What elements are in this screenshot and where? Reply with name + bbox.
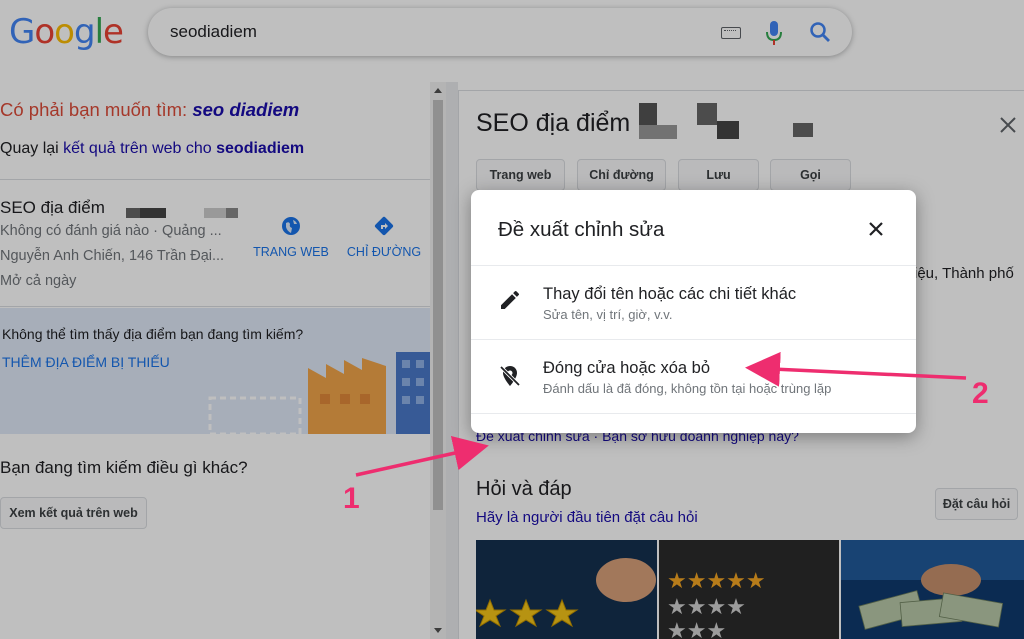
closed-place-icon xyxy=(499,365,521,387)
option-close-or-remove[interactable]: Đóng cửa hoặc xóa bỏ Đánh dấu là đã đóng… xyxy=(471,340,916,413)
option-subtitle: Đánh dấu là đã đóng, không tồn tại hoặc … xyxy=(543,381,832,396)
option-title: Đóng cửa hoặc xóa bỏ xyxy=(543,359,710,377)
annotation-label-2: 2 xyxy=(972,377,989,410)
option-title: Thay đổi tên hoặc các chi tiết khác xyxy=(543,285,797,303)
close-icon[interactable] xyxy=(864,217,888,241)
dialog-title: Đề xuất chỉnh sửa xyxy=(498,218,665,241)
pencil-icon xyxy=(501,290,520,309)
dialog-divider xyxy=(471,413,916,414)
option-change-details[interactable]: Thay đổi tên hoặc các chi tiết khác Sửa … xyxy=(471,266,916,339)
annotation-label-1: 1 xyxy=(343,482,360,515)
suggest-edit-dialog: Đề xuất chỉnh sửa Thay đổi tên hoặc các … xyxy=(471,190,916,433)
option-subtitle: Sửa tên, vị trí, giờ, v.v. xyxy=(543,307,673,322)
